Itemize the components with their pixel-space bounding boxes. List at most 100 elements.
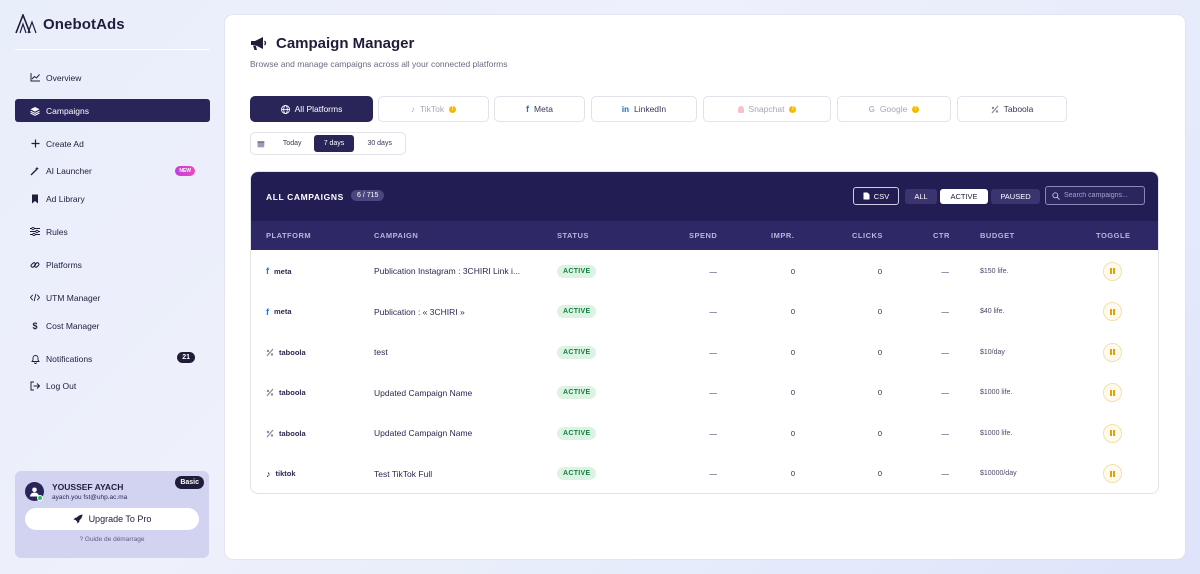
app-logo[interactable]: OnebotAds	[15, 14, 125, 34]
campaign-name[interactable]: test	[374, 332, 388, 372]
table-row[interactable]: taboola Updated Campaign Name ACTIVE — 0 0 — $1…	[251, 373, 1158, 413]
col-header-clicks[interactable]: CLICKS	[852, 231, 883, 240]
filter-paused[interactable]: PAUSED	[991, 189, 1040, 204]
sidebar-item-rules[interactable]: Rules	[15, 220, 210, 243]
impressions-value: 0	[790, 428, 795, 438]
tab-meta[interactable]: f Meta	[494, 96, 585, 122]
tab-label: Google	[879, 104, 908, 114]
impressions-value: 0	[790, 388, 795, 397]
rocket-icon	[73, 514, 83, 524]
pause-toggle-button[interactable]	[1103, 423, 1122, 443]
tab-label: LinkedIn	[633, 104, 667, 114]
table-row[interactable]: f meta Publication Instagram : 3CHIRI Link…	[251, 251, 1158, 291]
taboola-icon	[266, 429, 274, 437]
tab-linkedin[interactable]: in LinkedIn	[591, 96, 697, 122]
clicks-value: 0	[877, 347, 882, 357]
sidebar-item-overview[interactable]: Overview	[15, 66, 210, 89]
sidebar-item-notifications[interactable]: Notifications 21	[15, 347, 210, 370]
col-header-platform[interactable]: PLATFORM	[266, 231, 311, 240]
page-title-text: Campaign Manager	[276, 35, 415, 52]
snapchat-icon	[737, 105, 744, 113]
tab-tiktok[interactable]: ♪ TikTok !	[378, 96, 489, 122]
range-today[interactable]: Today	[271, 135, 314, 152]
budget-value: $40 life.	[980, 308, 1005, 315]
csv-export-button[interactable]: CSV	[853, 187, 899, 205]
filter-active[interactable]: ACTIVE	[940, 189, 988, 204]
table-row[interactable]: ♪ tiktok Test TikTok Full ACTIVE — 0 0 — $10000/…	[251, 454, 1158, 494]
pause-toggle-button[interactable]	[1103, 261, 1122, 281]
tab-snapchat[interactable]: Snapchat !	[703, 96, 831, 122]
clicks-value: 0	[877, 388, 882, 397]
sidebar-item-campaigns[interactable]: Campaigns	[15, 99, 210, 122]
sidebar-item-ad-library[interactable]: Ad Library	[15, 187, 210, 210]
campaign-name[interactable]: Updated Campaign Name	[374, 373, 472, 413]
col-header-ctr[interactable]: CTR	[933, 231, 950, 240]
budget-value: $10/day	[980, 348, 1005, 356]
search-input[interactable]	[1064, 192, 1144, 199]
guide-link[interactable]: ? Guide de démarrage	[15, 536, 209, 543]
sidebar-item-label: Notifications	[46, 353, 93, 364]
campaign-name[interactable]: Updated Campaign Name	[374, 413, 472, 453]
page-title: Campaign Manager	[250, 35, 414, 52]
col-header-status[interactable]: STATUS	[557, 231, 589, 240]
table-row[interactable]: taboola test ACTIVE — 0 0 — $10/day	[251, 332, 1158, 372]
clicks-value: 0	[877, 307, 882, 316]
platform-cell: f meta	[266, 292, 292, 332]
table-row[interactable]: taboola Updated Campaign Name ACTIVE — 0 0 — $1…	[251, 413, 1158, 453]
linkedin-icon: in	[621, 104, 629, 114]
sidebar-item-label: Ad Library	[46, 193, 85, 204]
platform-name: taboola	[279, 388, 306, 397]
pause-toggle-button[interactable]	[1103, 383, 1122, 402]
csv-label: CSV	[873, 191, 890, 201]
toggle-cell	[1103, 373, 1122, 413]
table-row[interactable]: f meta Publication : « 3CHIRI » ACTIVE — 0 0 — $…	[251, 292, 1158, 332]
ctr-value: —	[941, 428, 950, 438]
bell-icon	[30, 354, 40, 364]
col-header-spend[interactable]: SPEND	[689, 231, 717, 240]
campaign-name[interactable]: Publication : « 3CHIRI »	[374, 292, 465, 332]
file-icon	[863, 192, 870, 200]
pause-icon	[1110, 470, 1115, 477]
budget-value: $150 life.	[980, 267, 1009, 275]
logout-icon	[30, 381, 40, 391]
pause-toggle-button[interactable]	[1103, 302, 1122, 321]
sidebar-item-label: UTM Manager	[46, 292, 101, 303]
clicks-value: 0	[877, 469, 882, 478]
spend-value: —	[709, 347, 718, 357]
sidebar-item-utm-manager[interactable]: UTM Manager	[15, 286, 210, 309]
google-icon: G	[868, 104, 875, 114]
campaign-name[interactable]: Publication Instagram : 3CHIRI Link i...	[374, 251, 520, 291]
range-30-days[interactable]: 30 days	[354, 135, 405, 152]
col-header-budget[interactable]: BUDGET	[980, 231, 1015, 240]
upgrade-button[interactable]: Upgrade To Pro	[25, 508, 199, 530]
range-7-days[interactable]: 7 days	[313, 135, 355, 152]
tab-taboola[interactable]: Taboola	[957, 96, 1067, 122]
col-header-toggle[interactable]: TOGGLE	[1096, 231, 1131, 240]
status-badge: ACTIVE	[557, 426, 597, 440]
toggle-cell	[1103, 292, 1122, 332]
sidebar-item-log-out[interactable]: Log Out	[15, 374, 210, 397]
sidebar-item-cost-manager[interactable]: $ Cost Manager	[15, 314, 210, 337]
app-name: OnebotAds	[43, 15, 125, 33]
globe-icon	[280, 104, 290, 114]
pause-icon	[1110, 430, 1115, 436]
search-icon	[1052, 191, 1060, 200]
sidebar-item-platforms[interactable]: Platforms	[15, 253, 210, 276]
pause-toggle-button[interactable]	[1103, 342, 1122, 362]
pause-toggle-button[interactable]	[1103, 464, 1122, 483]
col-header-campaign[interactable]: CAMPAIGN	[374, 231, 418, 240]
sidebar-item-create-ad[interactable]: Create Ad	[15, 132, 210, 155]
filter-all[interactable]: ALL	[905, 189, 937, 204]
status-cell: ACTIVE	[557, 332, 597, 372]
pause-icon	[1110, 308, 1115, 315]
tab-google[interactable]: G Google !	[837, 96, 951, 122]
col-header-impr[interactable]: IMPR.	[771, 231, 794, 240]
taboola-icon	[266, 388, 274, 397]
wand-icon	[30, 166, 40, 176]
tab-all-platforms[interactable]: All Platforms	[250, 96, 373, 122]
campaign-name[interactable]: Test TikTok Full	[374, 454, 432, 494]
logo-icon	[15, 14, 37, 34]
platform-name: meta	[274, 266, 292, 276]
sidebar-item-ai-launcher[interactable]: AI Launcher NEW	[15, 159, 210, 182]
calendar-icon	[257, 140, 265, 147]
